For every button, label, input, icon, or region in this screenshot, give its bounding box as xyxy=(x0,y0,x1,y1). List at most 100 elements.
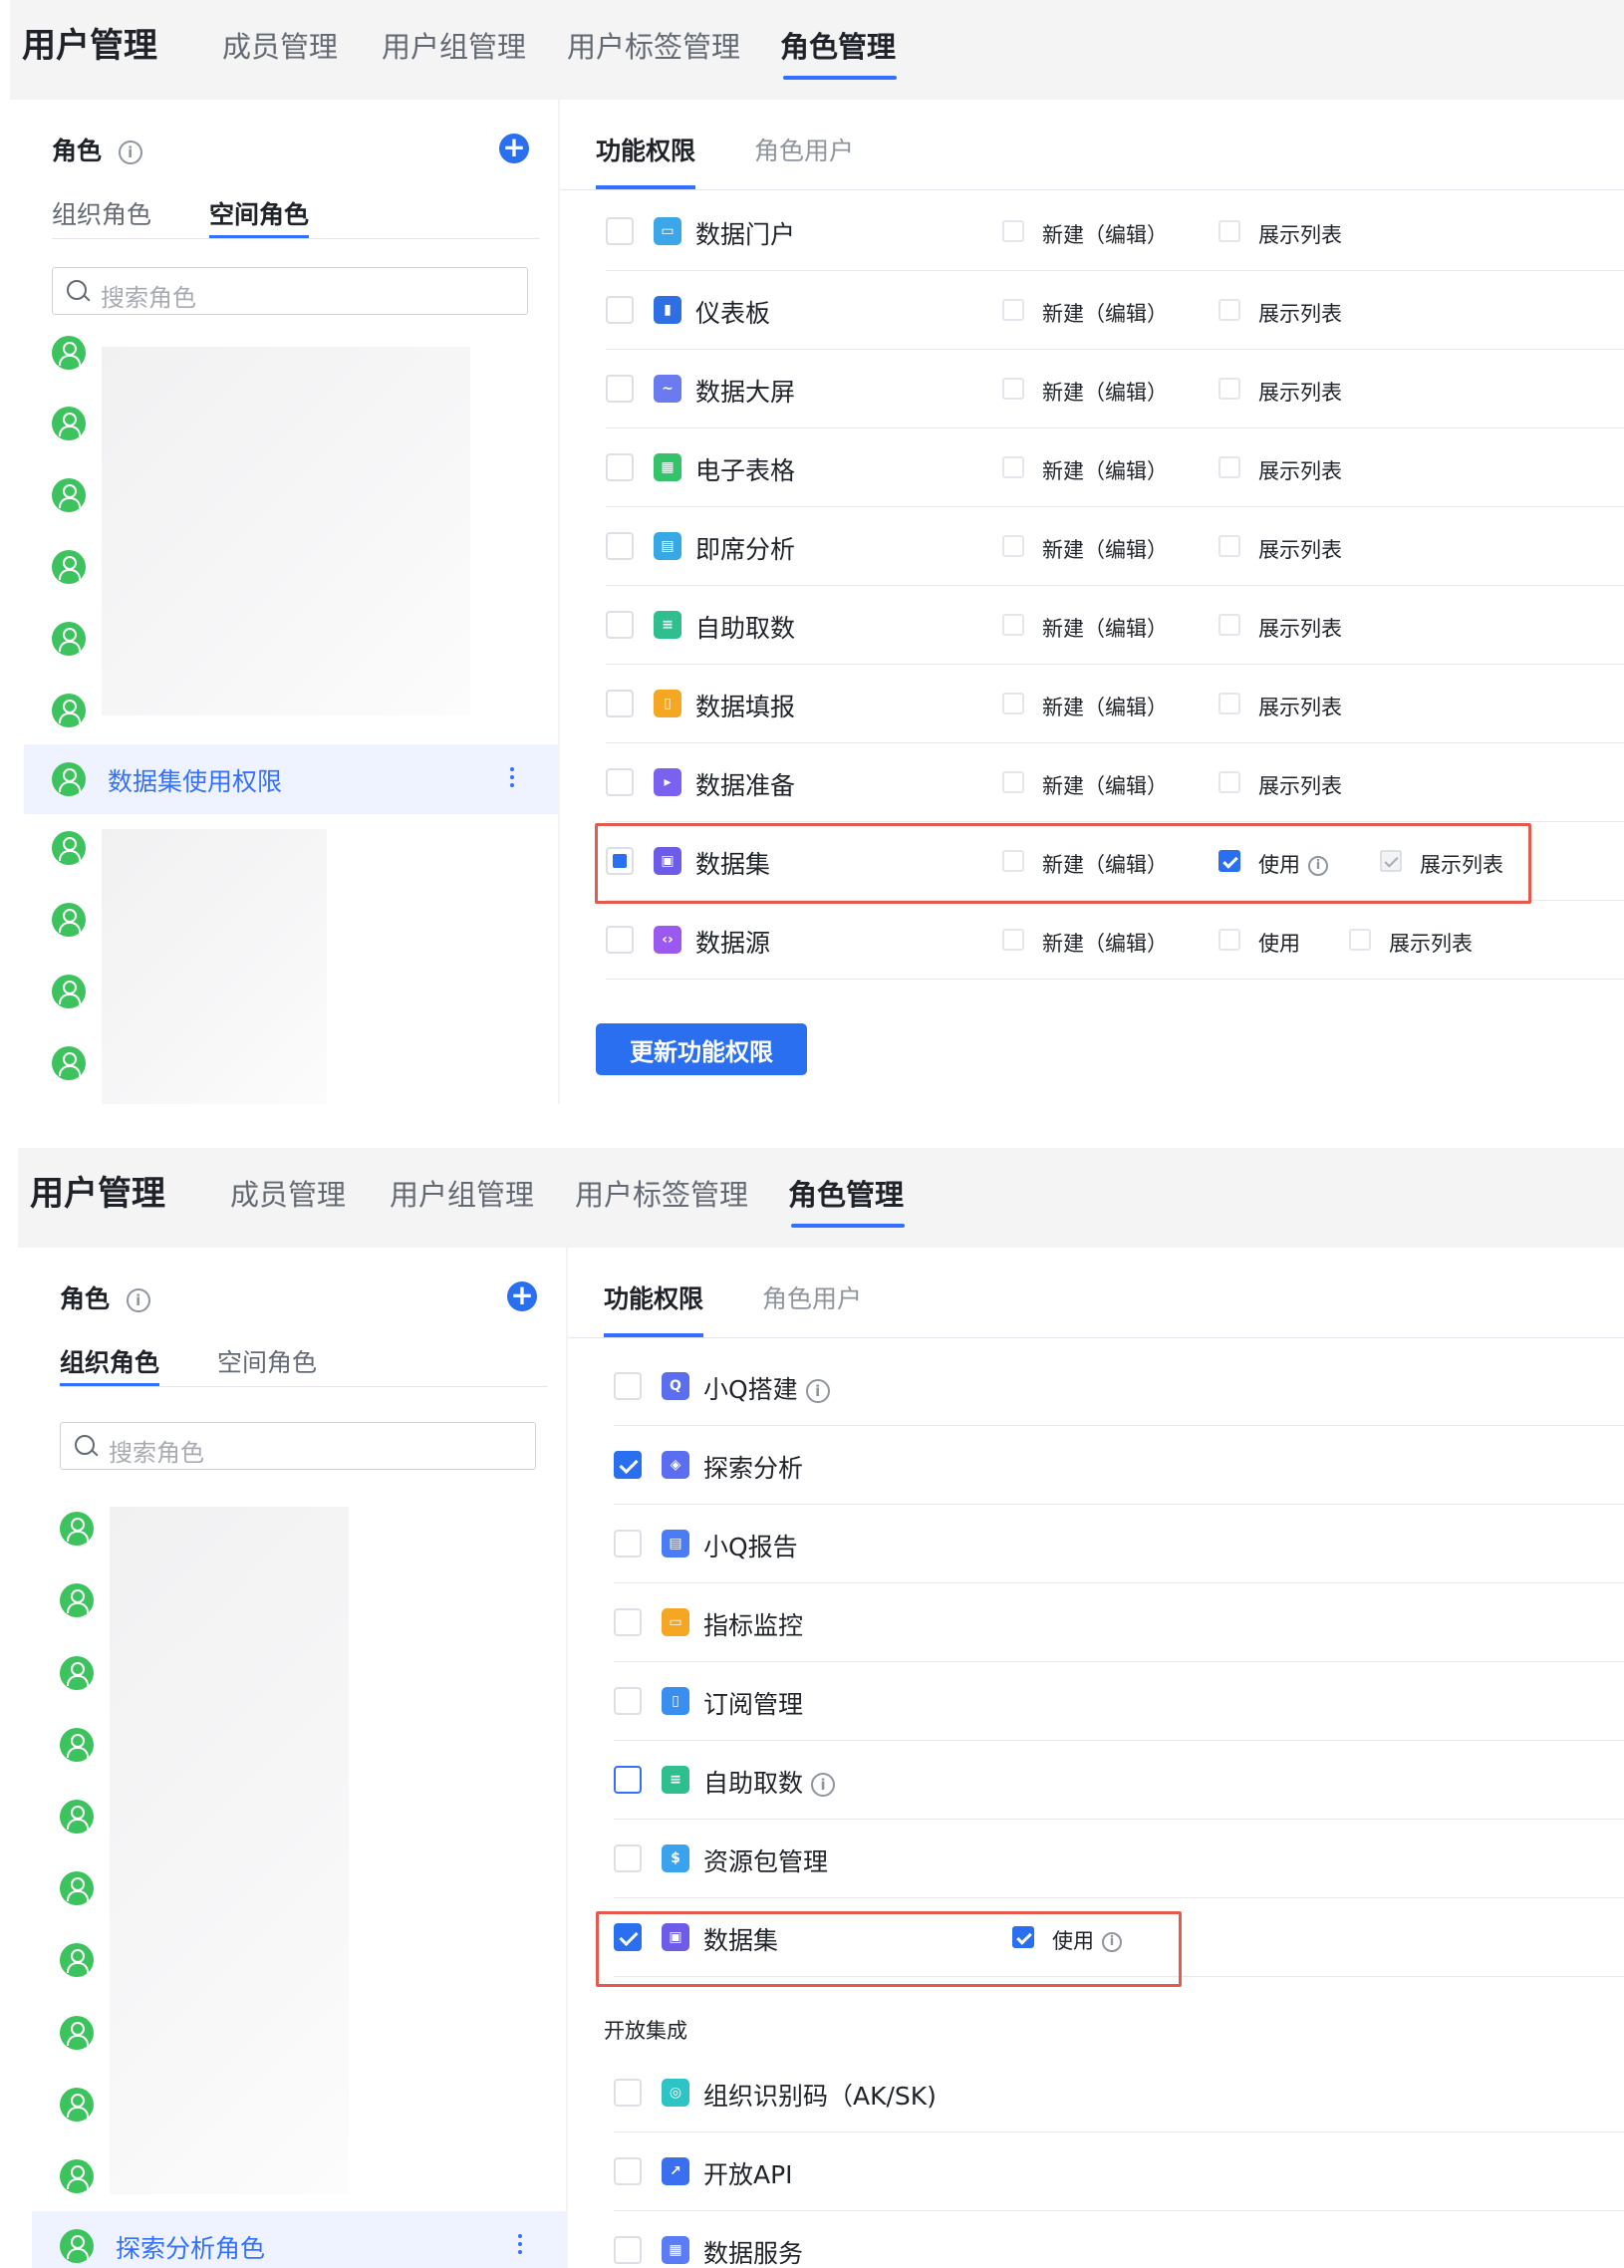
module-checkbox[interactable] xyxy=(614,2236,642,2264)
tab-space-role[interactable]: 空间角色 xyxy=(209,195,309,231)
module-checkbox[interactable] xyxy=(614,1766,642,1794)
role-search-input[interactable]: 搜索角色 xyxy=(60,1422,536,1470)
role-section-title: 角色 i xyxy=(52,132,142,167)
search-placeholder: 搜索角色 xyxy=(109,1439,204,1467)
section-title-open-integration: 开放集成 xyxy=(604,2019,687,2043)
permission-row: ▯ 订阅管理 xyxy=(614,1662,1624,1741)
perm-checkbox-create[interactable] xyxy=(1002,535,1024,557)
metric-monitor-icon: ▭ xyxy=(662,1608,689,1636)
perm-checkbox-create[interactable] xyxy=(1002,378,1024,400)
tab-space-role[interactable]: 空间角色 xyxy=(217,1343,317,1379)
permission-row: ▤ 小Q报告 xyxy=(614,1505,1624,1583)
search-icon xyxy=(75,1435,95,1455)
perm-label-create: 新建（编辑） xyxy=(1042,853,1168,877)
info-icon[interactable]: i xyxy=(1308,856,1328,876)
role-tabs-divider xyxy=(52,238,540,239)
perm-checkbox-list[interactable] xyxy=(1218,220,1240,242)
info-icon[interactable]: i xyxy=(805,1379,830,1403)
perm-checkbox-create[interactable] xyxy=(1002,456,1024,478)
tab-role-users[interactable]: 角色用户 xyxy=(762,1279,862,1315)
module-checkbox[interactable] xyxy=(614,2157,642,2185)
perm-checkbox-list[interactable] xyxy=(1218,535,1240,557)
info-icon[interactable]: i xyxy=(811,1773,836,1797)
perm-checkbox-use[interactable] xyxy=(1218,850,1240,872)
role-item-selected[interactable]: 数据集使用权限 xyxy=(24,744,558,814)
role-avatar-icon xyxy=(60,2229,94,2263)
search-placeholder: 搜索角色 xyxy=(101,284,196,312)
permission-row: ≡ 自助取数 i xyxy=(614,1741,1624,1820)
module-label: 探索分析 xyxy=(703,1454,804,1483)
module-checkbox[interactable] xyxy=(606,611,634,639)
nav-user-group-management[interactable]: 用户组管理 xyxy=(390,1172,534,1214)
add-role-icon[interactable]: + xyxy=(499,134,529,163)
data-fill-icon: ▯ xyxy=(654,690,681,717)
tab-org-role[interactable]: 组织角色 xyxy=(52,195,151,231)
perm-checkbox-create[interactable] xyxy=(1002,220,1024,242)
module-label: 数据服务 xyxy=(703,2239,804,2268)
perm-checkbox-use[interactable] xyxy=(1218,929,1240,951)
tab-function-permission[interactable]: 功能权限 xyxy=(604,1279,703,1315)
more-options-icon[interactable] xyxy=(508,764,516,794)
module-checkbox[interactable] xyxy=(614,1608,642,1636)
nav-user-tag-management[interactable]: 用户标签管理 xyxy=(567,24,740,66)
perm-checkbox-list[interactable] xyxy=(1218,693,1240,714)
perm-checkbox-create[interactable] xyxy=(1002,850,1024,872)
role-search-input[interactable]: 搜索角色 xyxy=(52,267,528,315)
app-title: 用户管理 xyxy=(30,1174,165,1214)
tab-role-users[interactable]: 角色用户 xyxy=(754,132,854,167)
module-checkbox[interactable] xyxy=(614,1923,642,1951)
nav-role-management[interactable]: 角色管理 xyxy=(780,24,896,66)
module-checkbox[interactable] xyxy=(606,453,634,481)
role-avatar-icon xyxy=(52,903,86,937)
nav-user-tag-management[interactable]: 用户标签管理 xyxy=(575,1172,748,1214)
info-icon[interactable]: i xyxy=(118,141,142,164)
content-area: 角色 i + 组织角色 空间角色 搜索角色 探索分析角色 功能权限 角色用户 Q… xyxy=(18,1248,1624,2268)
role-tab-indicator xyxy=(60,1383,159,1386)
perm-checkbox-list[interactable] xyxy=(1218,378,1240,400)
perm-label-list: 展示列表 xyxy=(1389,932,1473,956)
perm-use-text: 使用 xyxy=(1052,1929,1094,1953)
perm-checkbox-list[interactable] xyxy=(1218,771,1240,793)
perm-checkbox-use[interactable] xyxy=(1012,1926,1034,1948)
module-checkbox[interactable] xyxy=(606,217,634,245)
module-label: 数据准备 xyxy=(695,771,796,800)
module-checkbox[interactable] xyxy=(614,2079,642,2107)
module-checkbox[interactable] xyxy=(606,690,634,717)
module-checkbox[interactable] xyxy=(614,1844,642,1872)
module-checkbox[interactable] xyxy=(606,296,634,324)
module-checkbox[interactable] xyxy=(614,1530,642,1558)
perm-checkbox-list[interactable] xyxy=(1218,299,1240,321)
perm-label-list: 展示列表 xyxy=(1420,853,1503,877)
perm-label-use: 使用 i xyxy=(1052,1925,1122,1955)
module-checkbox[interactable] xyxy=(606,532,634,560)
perm-checkbox-list[interactable] xyxy=(1218,614,1240,636)
perm-checkbox-create[interactable] xyxy=(1002,929,1024,951)
perm-checkbox-create[interactable] xyxy=(1002,771,1024,793)
module-checkbox[interactable] xyxy=(606,926,634,954)
info-icon[interactable]: i xyxy=(1102,1932,1122,1952)
nav-member-management[interactable]: 成员管理 xyxy=(230,1172,346,1214)
perm-checkbox-list[interactable] xyxy=(1218,456,1240,478)
update-permission-button[interactable]: 更新功能权限 xyxy=(596,1023,807,1075)
perm-checkbox-create[interactable] xyxy=(1002,299,1024,321)
perm-checkbox-list[interactable] xyxy=(1349,929,1371,951)
add-role-icon[interactable]: + xyxy=(507,1281,537,1311)
info-icon[interactable]: i xyxy=(126,1288,150,1312)
module-checkbox[interactable] xyxy=(614,1687,642,1715)
tab-function-permission[interactable]: 功能权限 xyxy=(596,132,695,167)
module-checkbox[interactable] xyxy=(606,847,634,875)
more-options-icon[interactable] xyxy=(516,2231,524,2261)
role-item-selected[interactable]: 探索分析角色 xyxy=(32,2211,566,2268)
module-checkbox[interactable] xyxy=(606,768,634,796)
module-checkbox[interactable] xyxy=(614,1451,642,1479)
perm-checkbox-create[interactable] xyxy=(1002,693,1024,714)
module-checkbox[interactable] xyxy=(614,1372,642,1400)
tab-org-role[interactable]: 组织角色 xyxy=(60,1343,159,1379)
perm-checkbox-create[interactable] xyxy=(1002,614,1024,636)
nav-user-group-management[interactable]: 用户组管理 xyxy=(382,24,526,66)
content-area: 角色 i + 组织角色 空间角色 搜索角色 数据集使用权限 功能权限 角色用户 … xyxy=(10,100,1624,1104)
module-checkbox[interactable] xyxy=(606,375,634,403)
nav-role-management[interactable]: 角色管理 xyxy=(788,1172,904,1214)
subscription-icon: ▯ xyxy=(662,1687,689,1715)
nav-member-management[interactable]: 成员管理 xyxy=(222,24,338,66)
